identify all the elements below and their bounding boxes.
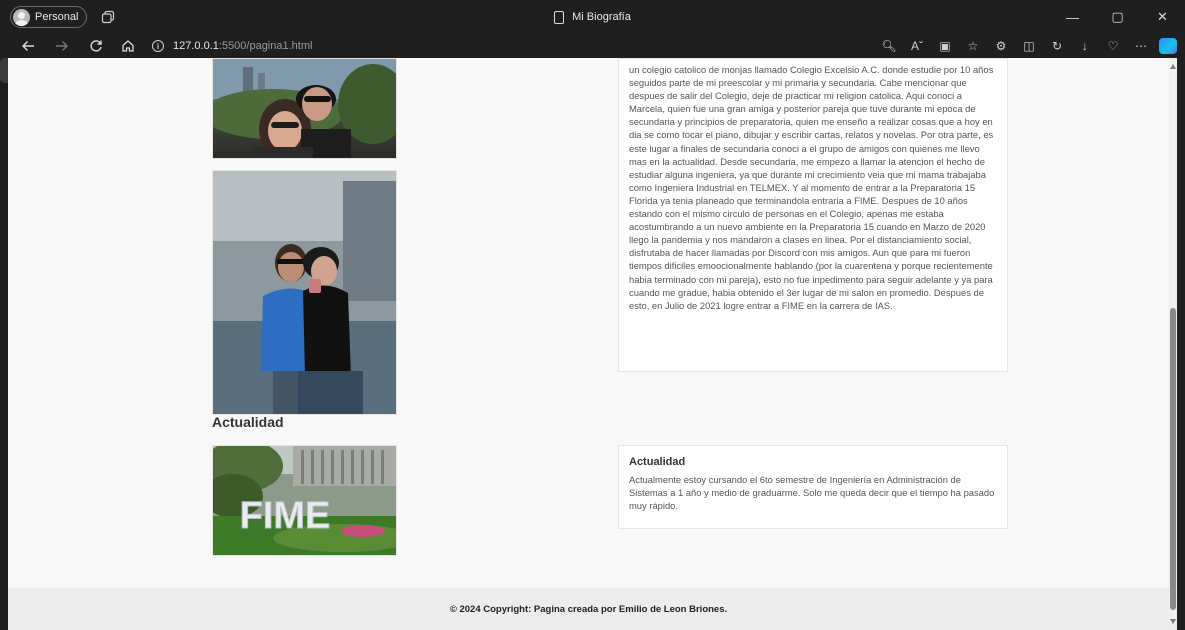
fime-sign-text: FIME — [240, 495, 331, 537]
window-title-text: Mi Biografía — [572, 11, 631, 23]
window-title: Mi Biografía — [0, 0, 1185, 34]
split-screen-icon[interactable]: ◫ — [1015, 39, 1043, 53]
extensions-icon[interactable]: ⚙︎ — [987, 39, 1015, 53]
photo-couple-art — [213, 171, 396, 414]
story-text: un colegio catolico de monjas llamado Co… — [629, 64, 994, 311]
actualidad-card-title: Actualidad — [629, 456, 686, 468]
profile-button[interactable]: Personal — [10, 6, 88, 28]
photo-couple — [212, 170, 397, 415]
scroll-up-arrow[interactable] — [1170, 64, 1176, 69]
immersive-reader-icon[interactable]: ▣ — [931, 39, 959, 53]
history-icon[interactable]: ↻ — [1043, 39, 1071, 53]
url-path: :5500/pagina1.html — [218, 40, 313, 52]
read-aloud-icon[interactable]: Aˇ — [903, 39, 931, 53]
page-viewport: Actualidad FIME un colegio catolico de m… — [8, 58, 1177, 630]
story-card: un colegio catolico de monjas llamado Co… — [618, 58, 1008, 372]
close-button[interactable]: ✕ — [1140, 0, 1185, 34]
actualidad-card-text: Actualmente estoy cursando el 6to semest… — [629, 474, 995, 512]
browser-toolbar: i 127.0.0.1 :5500/pagina1.html 🔍︎ Aˇ ▣ ☆… — [0, 34, 1185, 58]
url-host: 127.0.0.1 — [173, 40, 219, 52]
avatar — [13, 8, 30, 26]
site-info-icon[interactable]: i — [152, 40, 164, 52]
address-bar[interactable]: i 127.0.0.1 :5500/pagina1.html — [152, 34, 958, 58]
browser-essentials-icon[interactable]: ♡ — [1099, 39, 1127, 53]
page-footer: © 2024 Copyright: Pagina creada por Emil… — [8, 588, 1169, 630]
zoom-icon[interactable]: 🔍︎ — [875, 39, 903, 53]
page-scrollbar[interactable] — [1169, 58, 1177, 630]
downloads-icon[interactable]: ↓ — [1071, 39, 1099, 53]
forward-icon[interactable] — [50, 34, 74, 58]
photo-fime: FIME — [212, 445, 397, 556]
scroll-down-arrow[interactable] — [1170, 619, 1176, 624]
maximize-button[interactable]: ▢ — [1095, 0, 1140, 34]
photo-selfie-art — [213, 59, 396, 158]
footer-copyright: © 2024 Copyright: Pagina creada por Emil… — [449, 603, 728, 615]
photo-selfie — [212, 58, 397, 159]
actualidad-card: Actualidad Actualmente estoy cursando el… — [618, 445, 1008, 529]
profile-label: Personal — [35, 11, 79, 23]
favorite-icon[interactable]: ☆ — [959, 39, 987, 53]
photo-fime-art: FIME — [213, 446, 396, 555]
more-icon[interactable]: ⋯ — [1127, 39, 1155, 53]
toolbar-actions: 🔍︎ Aˇ ▣ ☆ ⚙︎ ◫ ↻ ↓ ♡ ⋯ — [875, 34, 1177, 58]
title-bar: Personal Mi Biografía — ▢ ✕ — [0, 0, 1185, 34]
scroll-thumb[interactable] — [1170, 308, 1176, 610]
home-icon[interactable] — [116, 34, 140, 58]
minimize-button[interactable]: — — [1050, 0, 1095, 34]
page-icon — [554, 10, 565, 24]
window-controls: — ▢ ✕ — [1050, 0, 1185, 34]
section-heading-actualidad: Actualidad — [212, 414, 284, 430]
refresh-icon[interactable] — [84, 34, 108, 58]
back-icon[interactable] — [16, 34, 40, 58]
copilot-icon[interactable] — [1159, 38, 1177, 54]
workspaces-icon[interactable] — [101, 10, 115, 24]
